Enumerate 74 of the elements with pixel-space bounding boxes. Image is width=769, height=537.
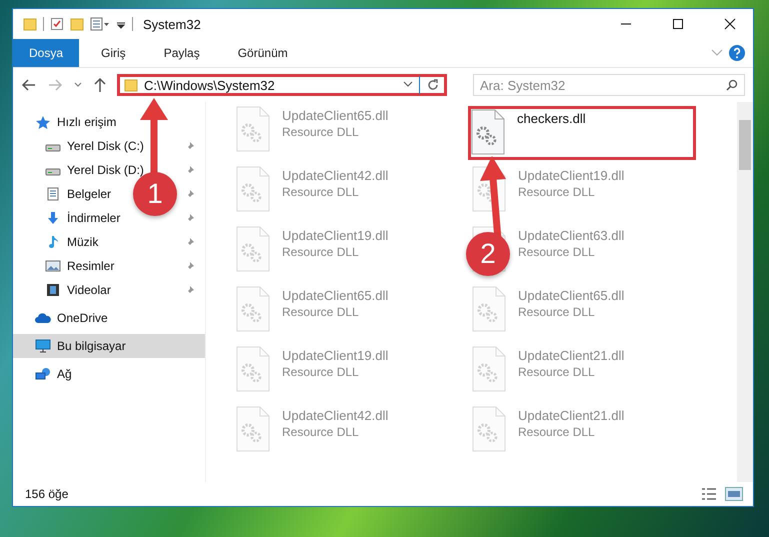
sidebar-item[interactable]: Bu bilgisayar [13,334,205,358]
highlighted-file-item[interactable]: checkers.dll [468,106,696,160]
file-type: Resource DLL [518,425,596,439]
search-field[interactable]: Ara: System32 [473,74,745,96]
file-name: UpdateClient65.dll [282,108,388,123]
address-bar[interactable]: C:\Windows\System32 [117,74,447,96]
gear-file-icon [472,286,506,332]
ribbon-tab[interactable]: Dosya [13,39,80,67]
chevron-down-icon[interactable] [403,81,413,89]
file-type: Resource DLL [518,365,596,379]
file-type: Resource DLL [282,185,360,199]
search-icon [726,79,738,91]
sidebar-item[interactable]: Hızlı erişim [13,110,205,134]
documents-icon [45,187,61,201]
file-name: UpdateClient65.dll [282,288,388,303]
sidebar-item[interactable]: Müzik [45,230,98,254]
gear-file-icon [236,226,270,272]
gear-file-icon [236,106,270,152]
sidebar-item[interactable]: Belgeler [45,182,112,206]
help-icon[interactable] [729,45,745,61]
sidebar-item[interactable]: Yerel Disk (C:) [45,134,144,158]
refresh-icon[interactable] [426,78,440,92]
file-type: Resource DLL [282,425,360,439]
gear-file-icon [472,346,506,392]
file-name: UpdateClient42.dll [282,408,388,423]
file-name: checkers.dll [517,111,586,126]
file-type: Resource DLL [518,245,596,259]
ribbon-tab[interactable]: Giriş [85,39,142,67]
sidebar-item[interactable]: Ağ [13,362,205,386]
details-view-icon[interactable] [701,487,717,501]
computer-icon [35,339,51,353]
file-name: UpdateClient19.dll [282,228,388,243]
gear-file-icon [236,346,270,392]
file-type: Resource DLL [282,245,360,259]
gear-file-icon [236,406,270,452]
chevron-down-icon[interactable] [73,81,83,89]
pictures-icon [45,259,61,273]
file-name: UpdateClient21.dll [518,408,624,423]
sidebar-item[interactable]: Videolar [45,278,111,302]
forward-arrow-icon[interactable] [47,78,63,92]
properties-icon[interactable] [90,17,110,31]
up-arrow-icon[interactable] [93,77,107,93]
downloads-icon [45,211,61,225]
gear-file-icon [472,406,506,452]
folder-icon[interactable] [23,17,37,31]
sidebar-item[interactable]: Resimler [45,254,114,278]
large-icons-view-icon[interactable] [725,487,743,501]
file-name: UpdateClient19.dll [282,348,388,363]
network-icon [35,367,51,381]
gear-file-icon [236,286,270,332]
item-count: 156 öğe [25,487,68,501]
file-name: UpdateClient19.dll [518,168,624,183]
file-type: Resource DLL [282,365,360,379]
folder-icon [124,78,138,92]
file-type: Resource DLL [518,185,596,199]
gear-file-icon [471,109,505,155]
file-name: UpdateClient65.dll [518,288,624,303]
sidebar-item[interactable]: İndirmeler [45,206,120,230]
scrollbar[interactable] [737,102,753,482]
file-type: Resource DLL [282,305,360,319]
file-type: Resource DLL [518,305,596,319]
file-name: UpdateClient21.dll [518,348,624,363]
cloud-icon [35,311,51,325]
file-name: UpdateClient42.dll [282,168,388,183]
ribbon-tab[interactable]: Görünüm [222,39,304,67]
sidebar-item[interactable]: OneDrive [13,306,205,330]
gear-file-icon [236,166,270,212]
file-type: Resource DLL [282,125,360,139]
back-arrow-icon[interactable] [21,78,37,92]
ribbon-tab[interactable]: Paylaş [148,39,216,67]
file-name: UpdateClient63.dll [518,228,624,243]
checklist-icon[interactable] [50,17,64,31]
folder-icon[interactable] [70,17,84,31]
window-title: System32 [143,16,201,32]
